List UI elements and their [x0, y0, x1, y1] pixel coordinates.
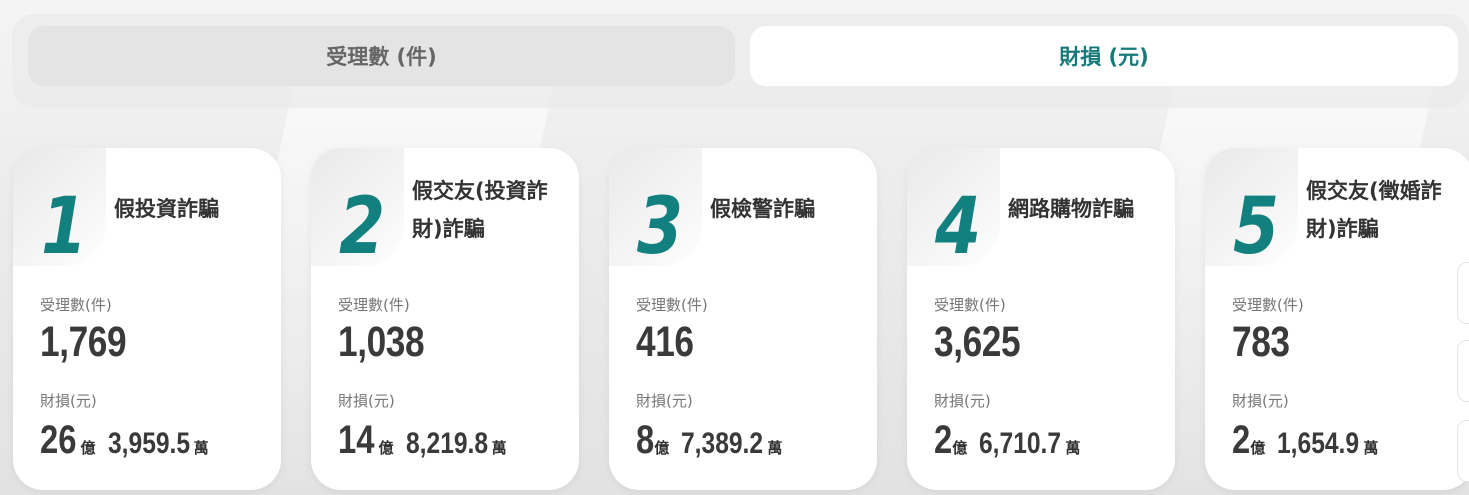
loss-wan-value: 6,710.7: [979, 427, 1062, 460]
fraud-title: 假交友(投資詐財)詐騙: [412, 179, 548, 241]
wan-unit: 萬: [193, 439, 209, 457]
fraud-card-3[interactable]: 3 假檢警詐騙 受理數(件) 416 財損(元) 8 億 7,389.2 萬: [609, 148, 877, 490]
loss-value: 2 億 1,654.9 萬: [1232, 418, 1378, 463]
fraud-card-4[interactable]: 4 網路購物詐騙 受理數(件) 3,625 財損(元) 2 億 6,710.7 …: [907, 148, 1175, 490]
loss-wan-value: 1,654.9: [1277, 427, 1360, 460]
loss-label: 財損(元): [338, 392, 395, 410]
rank-number: 4: [935, 182, 981, 272]
loss-label: 財損(元): [636, 392, 693, 410]
loss-label: 財損(元): [934, 392, 991, 410]
wan-unit: 萬: [491, 439, 507, 457]
cases-label: 受理數(件): [1232, 296, 1304, 314]
cases-value: 1,769: [40, 318, 127, 366]
tab-bar: 受理數 (件) 財損 (元): [12, 14, 1469, 108]
cases-label: 受理數(件): [934, 296, 1006, 314]
wan-unit: 萬: [1065, 439, 1081, 457]
cases-label: 受理數(件): [636, 296, 708, 314]
loss-yi-value: 8: [636, 418, 655, 462]
fraud-card-1[interactable]: 1 假投資詐騙 受理數(件) 1,769 財損(元) 26 億 3,959.5 …: [13, 148, 281, 490]
fraud-title: 假交友(徵婚詐財)詐騙: [1306, 179, 1442, 241]
fraud-title: 假檢警詐騙: [710, 197, 815, 221]
loss-value: 2 億 6,710.7 萬: [934, 418, 1080, 463]
loss-label: 財損(元): [40, 392, 97, 410]
fraud-card-2[interactable]: 2 假交友(投資詐財)詐騙 受理數(件) 1,038 財損(元) 14 億 8,…: [311, 148, 579, 490]
rank-number: 2: [339, 182, 385, 272]
cases-value: 3,625: [934, 318, 1021, 366]
loss-value: 8 億 7,389.2 萬: [636, 418, 782, 463]
cases-value: 1,038: [338, 318, 425, 366]
tab-cases[interactable]: 受理數 (件): [28, 26, 735, 86]
yi-unit: 億: [1250, 439, 1266, 457]
fraud-title: 假投資詐騙: [114, 197, 219, 221]
rank-number: 3: [637, 182, 683, 272]
rank-number: 5: [1233, 182, 1279, 272]
loss-value: 26 億 3,959.5 萬: [40, 418, 209, 463]
wan-unit: 萬: [767, 439, 783, 457]
carousel-next-card-edge[interactable]: [1457, 262, 1469, 324]
fraud-card-5[interactable]: 5 假交友(徵婚詐財)詐騙 受理數(件) 783 財損(元) 2 億 1,654…: [1205, 148, 1469, 490]
loss-yi-value: 2: [1232, 418, 1251, 462]
tab-loss[interactable]: 財損 (元): [750, 26, 1458, 86]
yi-unit: 億: [654, 439, 670, 457]
loss-yi-value: 26: [40, 418, 77, 462]
carousel-next-card-edge[interactable]: [1457, 340, 1469, 402]
cases-value: 416: [636, 318, 694, 366]
loss-wan-value: 7,389.2: [681, 427, 764, 460]
cases-value: 783: [1232, 318, 1290, 366]
loss-yi-value: 2: [934, 418, 953, 462]
loss-label: 財損(元): [1232, 392, 1289, 410]
yi-unit: 億: [378, 439, 394, 457]
wan-unit: 萬: [1363, 439, 1379, 457]
rank-number: 1: [41, 182, 87, 272]
yi-unit: 億: [80, 439, 96, 457]
loss-wan-value: 8,219.8: [405, 427, 488, 460]
loss-value: 14 億 8,219.8 萬: [338, 418, 507, 463]
yi-unit: 億: [952, 439, 968, 457]
loss-yi-value: 14: [338, 418, 375, 462]
fraud-title: 網路購物詐騙: [1008, 197, 1134, 221]
cases-label: 受理數(件): [40, 296, 112, 314]
loss-wan-value: 3,959.5: [107, 427, 190, 460]
cases-label: 受理數(件): [338, 296, 410, 314]
carousel-next-card-edge[interactable]: [1457, 420, 1469, 482]
